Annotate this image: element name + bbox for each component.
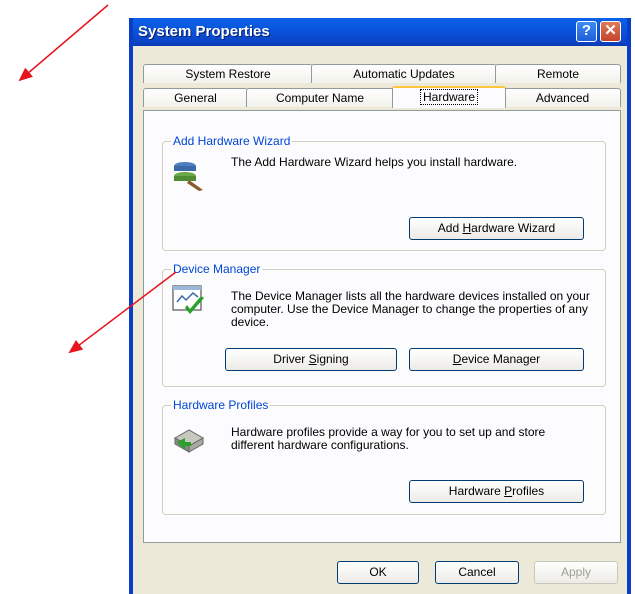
tab-remote[interactable]: Remote [495,64,621,83]
cancel-button[interactable]: Cancel [435,561,519,584]
btn-text-post: rofiles [512,484,545,498]
tab-label: Remote [536,67,580,81]
tab-label: Computer Name [275,91,365,105]
tab-label: Advanced [535,91,590,105]
group-title: Hardware Profiles [171,398,271,412]
btn-text-pre: Driver [273,352,309,366]
driver-signing-button[interactable]: Driver Signing [225,348,397,371]
tab-automatic-updates[interactable]: Automatic Updates [311,64,497,83]
hardware-tab-panel: Add Hardware Wizard The Add Hardware Wiz… [143,110,621,543]
group-description: The Device Manager lists all the hardwar… [231,289,590,329]
btn-text-post: igning [316,352,349,366]
tab-system-restore[interactable]: System Restore [143,64,313,83]
btn-accel: H [462,221,472,235]
device-manager-icon [172,285,204,314]
btn-accel: S [308,352,317,366]
arrow-top [18,4,109,82]
tab-label: Hardware [419,89,479,105]
hardware-profiles-group: Hardware Profiles Hardware profiles prov… [162,398,606,515]
btn-text-pre: Hardware [448,484,505,498]
system-properties-window: System Properties ? ✕ System Restore Aut… [129,18,631,594]
btn-text-post: ardware Wizard [471,221,556,235]
btn-text-pre: Add [437,221,463,235]
tab-advanced[interactable]: Advanced [504,88,621,107]
group-title: Add Hardware Wizard [171,134,293,148]
btn-accel: P [504,484,513,498]
window-title: System Properties [138,23,270,40]
close-icon[interactable]: ✕ [600,21,621,42]
add-hardware-group: Add Hardware Wizard The Add Hardware Wiz… [162,134,606,251]
tab-general[interactable]: General [143,88,248,107]
add-hardware-wizard-button[interactable]: Add Hardware Wizard [409,217,584,240]
btn-label: Cancel [458,565,496,579]
help-icon[interactable]: ? [576,21,597,42]
hardware-profiles-icon [173,429,205,453]
tab-computer-name[interactable]: Computer Name [246,88,394,107]
group-description: Hardware profiles provide a way for you … [231,425,546,452]
title-bar[interactable]: System Properties ? ✕ [133,18,627,46]
apply-button[interactable]: Apply [534,561,618,584]
tab-label: System Restore [185,67,271,81]
ok-button[interactable]: OK [337,561,419,584]
tab-label: General [174,91,217,105]
tab-hardware[interactable]: Hardware [392,86,506,108]
device-manager-group: Device Manager The Device Manager lists … [162,262,606,387]
btn-label: Apply [560,565,592,579]
btn-text-post: evice Manager [461,352,541,366]
tab-label: Automatic Updates [353,67,455,81]
device-manager-button[interactable]: Device Manager [409,348,584,371]
btn-label: OK [369,565,387,579]
hardware-profiles-button[interactable]: Hardware Profiles [409,480,584,503]
group-description: The Add Hardware Wizard helps you instal… [231,155,518,169]
group-title: Device Manager [171,262,263,276]
add-hardware-icon [174,162,203,191]
